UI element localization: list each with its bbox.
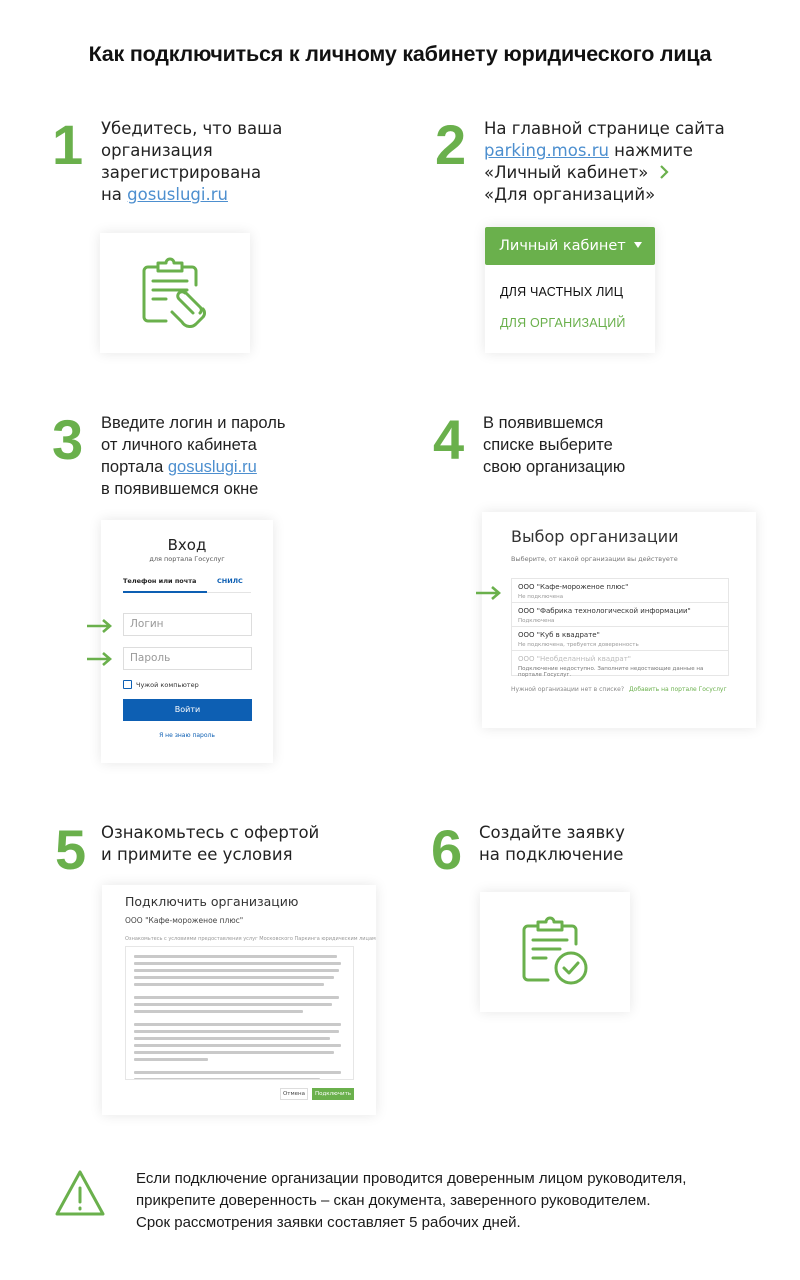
step-number-3: 3: [52, 408, 84, 471]
step-number-4: 4: [433, 408, 465, 471]
foreign-computer-label: Чужой компьютер: [136, 681, 199, 689]
tab-phone-email[interactable]: Телефон или почта: [123, 577, 196, 585]
clipboard-hand-icon: [142, 257, 206, 328]
org-list-item[interactable]: ООО "Куб в квадрате" Не подключена, треб…: [512, 626, 728, 650]
warning-icon: [55, 1170, 105, 1216]
offer-connect-button[interactable]: Подключить: [312, 1088, 354, 1100]
note-line: Если подключение организации проводится …: [136, 1170, 687, 1187]
step-1-line: Убедитесь, что ваша: [101, 119, 283, 138]
step-number-5: 5: [55, 818, 87, 881]
step-4-line: свою организацию: [483, 458, 626, 476]
forgot-password-link[interactable]: Я не знаю пароль: [101, 732, 273, 739]
org-status: Не подключена, требуется доверенность: [518, 642, 639, 648]
step-2-line: «Для организаций»: [484, 185, 656, 204]
step-6-card: [480, 892, 630, 1012]
org-name: ООО "Фабрика технологической информации": [518, 607, 691, 615]
step-1-prefix: на: [101, 185, 128, 204]
lichny-kabinet-label: Личный кабинет: [499, 238, 626, 254]
step-number-2: 2: [435, 113, 467, 176]
dropdown-item-private[interactable]: ДЛЯ ЧАСТНЫХ ЛИЦ: [500, 285, 623, 299]
parking-mos-link[interactable]: parking.mos.ru: [484, 141, 609, 160]
step-number-1: 1: [52, 113, 84, 176]
login-card: Вход для портала Госуслуг Телефон или по…: [101, 520, 273, 763]
gosuslugi-link[interactable]: gosuslugi.ru: [127, 185, 228, 204]
arrow-right-icon: [476, 586, 501, 600]
offer-card: Подключить организацию ООО "Кафе-морожен…: [102, 885, 376, 1115]
org-status: Подключение недоступно. Заполните недост…: [518, 666, 704, 678]
step-4-line: В появившемся: [483, 414, 604, 432]
step-3-line: от личного кабинета: [101, 436, 257, 454]
active-tab-indicator: [123, 591, 207, 593]
step-6-line: на подключение: [479, 845, 624, 864]
login-input[interactable]: Логин: [123, 613, 252, 636]
step-5-text: Ознакомьтесь с офертой и примите ее усло…: [101, 822, 319, 866]
step-1-card: [100, 233, 250, 353]
note-line: прикрепите доверенность – скан документа…: [136, 1192, 651, 1209]
step-6-line: Создайте заявку: [479, 823, 625, 842]
offer-hint: Ознакомьтесь с условиями предоставления …: [125, 936, 376, 942]
org-select-title: Выбор организации: [511, 527, 679, 546]
gosuslugi-link[interactable]: gosuslugi.ru: [168, 458, 257, 476]
org-list: ООО "Кафе-мороженое плюс" Не подключена …: [511, 578, 729, 678]
org-status: Не подключена: [518, 594, 564, 600]
foreign-computer-checkbox[interactable]: [123, 680, 132, 689]
tab-snils[interactable]: СНИЛС: [217, 577, 243, 585]
org-footer-text: Нужной организации нет в списке?: [511, 686, 625, 693]
note-text: Если подключение организации проводится …: [136, 1168, 686, 1234]
note-line: Срок рассмотрения заявки составляет 5 ра…: [136, 1214, 521, 1231]
step-1-line: организация: [101, 141, 213, 160]
step-3-line: в появившемся окне: [101, 480, 259, 498]
step-number-6: 6: [431, 818, 463, 881]
login-subtitle: для портала Госуслуг: [149, 555, 225, 563]
step-2-line: На главной странице сайта: [484, 119, 725, 138]
arrow-right-icon: [87, 652, 112, 666]
org-name: ООО "Необделанный квадрат": [518, 655, 632, 663]
step-5-line: Ознакомьтесь с офертой: [101, 823, 320, 842]
step-3-line: Введите логин и пароль: [101, 414, 286, 432]
offer-text-area[interactable]: [125, 946, 354, 1080]
step-3-line: портала: [101, 458, 168, 476]
step-5-line: и примите ее условия: [101, 845, 293, 864]
org-list-item[interactable]: ООО "Кафе-мороженое плюс" Не подключена: [512, 578, 728, 602]
step-3-text: Введите логин и пароль от личного кабине…: [101, 412, 285, 500]
step-2-line: нажмите: [608, 141, 693, 160]
caret-down-icon: [634, 242, 642, 248]
offer-cancel-button[interactable]: Отмена: [280, 1088, 308, 1100]
org-list-item[interactable]: ООО "Фабрика технологической информации"…: [512, 602, 728, 626]
step-4-line: списке выберите: [483, 436, 613, 454]
login-submit-button[interactable]: Войти: [123, 699, 252, 721]
org-select-subtitle: Выберите, от какой организации вы действ…: [511, 555, 678, 563]
org-footer: Нужной организации нет в списке? Добавит…: [511, 686, 727, 693]
step-4-text: В появившемся списке выберите свою орган…: [483, 412, 625, 478]
add-on-gosuslugi-link[interactable]: Добавить на портале Госуслуг: [629, 686, 727, 693]
password-input[interactable]: Пароль: [123, 647, 252, 670]
dropdown-item-organizations[interactable]: ДЛЯ ОРГАНИЗАЦИЙ: [500, 316, 626, 330]
org-status: Подключена: [518, 618, 555, 624]
org-select-card: Выбор организации Выберите, от какой орг…: [482, 512, 756, 728]
step-2-text: На главной странице сайта parking.mos.ru…: [484, 118, 725, 206]
arrow-right-icon: [87, 619, 112, 633]
clipboard-check-icon: [522, 916, 588, 985]
org-list-item-disabled: ООО "Необделанный квадрат" Подключение н…: [512, 650, 728, 678]
org-name: ООО "Кафе-мороженое плюс": [518, 583, 629, 591]
step-6-text: Создайте заявку на подключение: [479, 822, 625, 866]
lichny-kabinet-button[interactable]: Личный кабинет: [485, 227, 655, 265]
org-name: ООО "Куб в квадрате": [518, 631, 600, 639]
chevron-right-icon: [659, 165, 669, 179]
step-1-text: Убедитесь, что ваша организация зарегист…: [101, 118, 282, 206]
login-title: Вход: [167, 536, 207, 554]
step-2-line: «Личный кабинет»: [484, 163, 649, 182]
offer-org: ООО "Кафе-мороженое плюс": [125, 916, 244, 925]
step-1-line: зарегистрирована: [101, 163, 262, 182]
offer-title: Подключить организацию: [125, 894, 299, 909]
page-title: Как подключиться к личному кабинету юрид…: [88, 42, 712, 66]
